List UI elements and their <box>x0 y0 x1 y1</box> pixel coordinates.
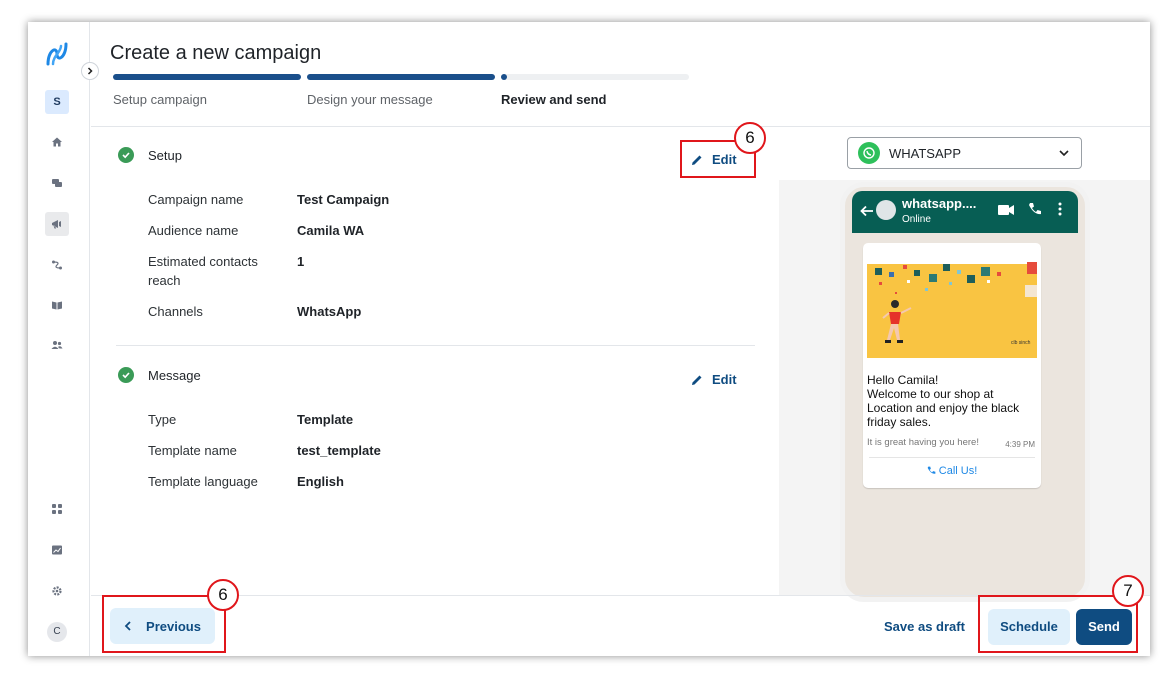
nav-settings[interactable] <box>45 579 69 603</box>
contact-avatar-icon <box>876 200 896 220</box>
nav-home[interactable] <box>45 130 69 154</box>
collapse-sidebar-button[interactable] <box>81 62 99 80</box>
call-us-button[interactable]: Call Us! <box>863 465 1041 477</box>
channels-label: Channels <box>148 304 203 319</box>
setup-complete-check-icon <box>118 147 134 163</box>
progress-step-3-current <box>501 74 507 80</box>
channel-select-value: WHATSAPP <box>889 145 961 161</box>
channels-value: WhatsApp <box>297 304 362 319</box>
user-avatar[interactable]: C <box>47 622 67 642</box>
section-divider <box>116 345 755 346</box>
audience-name-value: Camila WA <box>297 223 365 238</box>
whatsapp-chat-header: whatsapp.... Online <box>852 191 1078 233</box>
progress-step-2-complete <box>307 74 495 80</box>
pencil-icon <box>692 375 702 385</box>
channel-select[interactable]: WHATSAPP <box>847 137 1082 169</box>
brand-logo-icon[interactable] <box>44 40 70 68</box>
app-window: S C Create a new campaign Setup campaign… <box>28 22 1150 656</box>
step-review-send[interactable]: Review and send <box>501 92 606 107</box>
whatsapp-icon <box>858 142 880 164</box>
contact-status: Online <box>902 214 931 225</box>
annotation-box-actions <box>978 595 1138 653</box>
message-heading: Message <box>148 368 201 383</box>
estimated-reach-value: 1 <box>297 254 305 269</box>
annotation-box-previous <box>102 595 226 653</box>
book-icon <box>52 301 62 310</box>
more-options-icon <box>1058 202 1062 216</box>
progress-step-1-complete <box>113 74 301 80</box>
chevron-down-icon <box>1059 150 1069 157</box>
template-name-value: test_template <box>297 443 381 458</box>
nav-conversations[interactable] <box>45 171 69 195</box>
template-language-label: Template language <box>148 474 258 489</box>
setup-heading: Setup <box>148 148 182 163</box>
nav-contacts[interactable] <box>45 333 69 357</box>
message-footer: It is great having you here! <box>867 437 979 448</box>
campaign-name-label: Campaign name <box>148 192 244 207</box>
annotation-badge-actions: 7 <box>1112 575 1144 607</box>
workspace-avatar[interactable]: S <box>45 90 69 114</box>
audience-name-label: Audience name <box>148 223 239 238</box>
home-icon <box>52 137 62 147</box>
message-line-2: Welcome to our shop at Location and enjo… <box>867 387 1020 429</box>
message-line-1: Hello Camila! <box>867 373 939 387</box>
megaphone-icon <box>52 220 61 229</box>
type-label: Type <box>148 412 177 427</box>
step-design-message[interactable]: Design your message <box>307 92 433 107</box>
nav-campaigns[interactable] <box>45 212 69 236</box>
estimated-reach-label-line2: reach <box>148 273 181 288</box>
phone-call-icon <box>1029 203 1041 215</box>
chat-icon <box>52 179 62 187</box>
template-header-image: clb sinch <box>867 252 1037 358</box>
message-bubble: clb sinch Hello Camila! Welcome to our s… <box>863 243 1041 488</box>
annotation-badge-previous: 6 <box>207 579 239 611</box>
call-us-label: Call Us! <box>938 465 978 477</box>
grid-icon <box>52 504 62 514</box>
message-edit-label: Edit <box>712 372 737 387</box>
chevron-right-icon <box>87 67 93 75</box>
save-as-draft-button[interactable]: Save as draft <box>884 619 965 634</box>
sidebar: S C <box>28 22 90 656</box>
template-language-value: English <box>297 474 344 489</box>
contacts-icon <box>51 341 63 349</box>
cta-divider <box>869 457 1035 458</box>
contact-name: whatsapp.... <box>902 196 977 211</box>
back-arrow-icon <box>860 205 873 217</box>
gear-icon <box>52 586 62 596</box>
nav-analytics[interactable] <box>45 538 69 562</box>
step-setup-campaign[interactable]: Setup campaign <box>113 92 207 107</box>
message-complete-check-icon <box>118 367 134 383</box>
page-title: Create a new campaign <box>110 42 322 64</box>
nav-knowledge[interactable] <box>45 293 69 317</box>
message-edit-button[interactable]: Edit <box>690 372 737 387</box>
nav-apps[interactable] <box>45 497 69 521</box>
annotation-badge-edit: 6 <box>734 122 766 154</box>
header-divider <box>91 126 1150 127</box>
nav-flows[interactable] <box>45 253 69 277</box>
estimated-reach-label-line1: Estimated contacts <box>148 254 258 269</box>
flow-icon <box>52 260 62 270</box>
chart-icon <box>52 545 62 555</box>
type-value: Template <box>297 412 354 427</box>
campaign-name-value: Test Campaign <box>297 192 390 207</box>
image-brand-text: clb sinch <box>1011 340 1031 346</box>
phone-icon <box>927 466 936 474</box>
template-name-label: Template name <box>148 443 237 458</box>
message-timestamp: 4:39 PM <box>1005 440 1035 449</box>
dancing-person-illustration <box>882 300 912 343</box>
phone-preview: whatsapp.... Online clb sinch Hello Cami… <box>840 182 1090 602</box>
video-call-icon <box>998 205 1014 215</box>
progress-step-3-track <box>501 74 689 80</box>
message-body: Hello Camila! Welcome to our shop at Loc… <box>867 373 1037 429</box>
